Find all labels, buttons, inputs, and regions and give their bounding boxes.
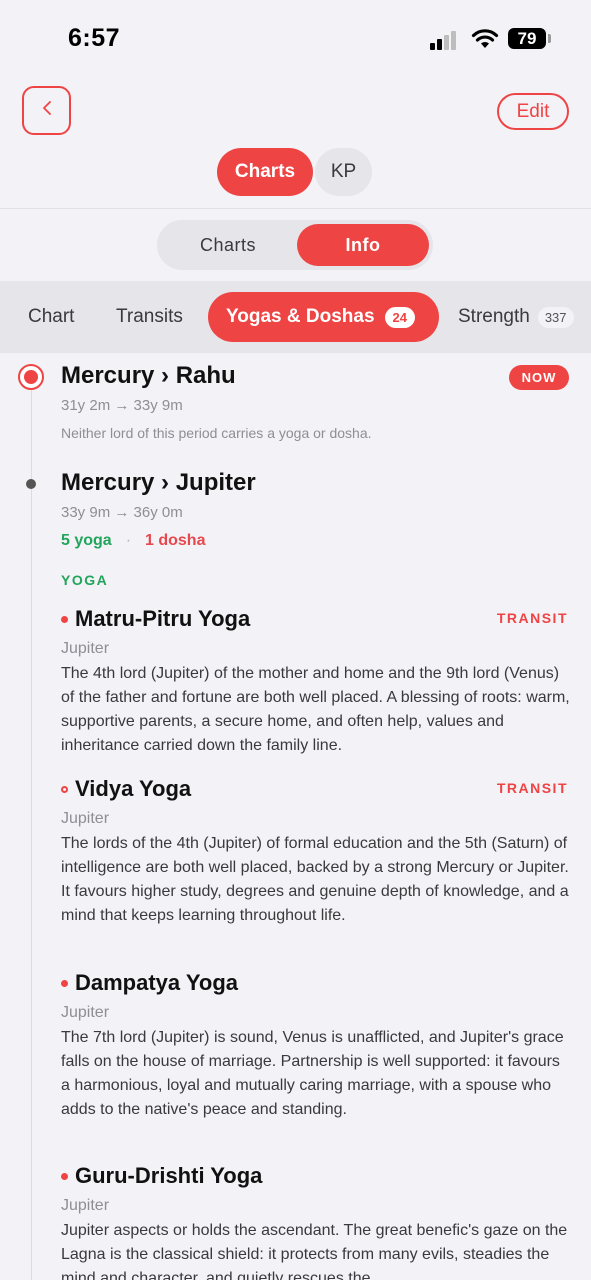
tab-yogas-label: Yogas & Doshas [226, 306, 375, 327]
yoga-bullet-icon [61, 1172, 68, 1180]
yoga-name: Vidya Yoga [75, 776, 192, 801]
period-title[interactable]: Mercury › Jupiter [61, 469, 256, 497]
yoga-bullet-icon [61, 979, 68, 987]
yoga-item[interactable]: Vidya Yoga TRANSIT Jupiter The lords of … [61, 774, 571, 928]
chart-system-toggle: Charts KP [217, 148, 372, 196]
view-segment: Charts Info [157, 220, 433, 270]
chevron-left-icon [41, 99, 53, 122]
status-bar: 6:57 79 [0, 0, 591, 80]
yoga-planet: Jupiter [61, 810, 110, 827]
period-counts: 5 yoga · 1 dosha [61, 532, 205, 550]
tab-strength-label: Strength [458, 306, 530, 327]
info-segment-option[interactable]: Info [297, 224, 429, 266]
timeline-line [31, 378, 32, 1280]
dosha-count: 1 dosha [145, 532, 206, 549]
yoga-planet: Jupiter [61, 640, 110, 657]
yoga-bullet-icon [61, 615, 68, 623]
yoga-planet: Jupiter [61, 1197, 110, 1214]
transit-tag: TRANSIT [496, 610, 568, 626]
period-title[interactable]: Mercury › Rahu [61, 362, 236, 390]
current-period-dot [18, 364, 44, 390]
status-time: 6:57 [68, 24, 121, 52]
tab-strength[interactable]: Strength 337 [458, 281, 574, 353]
yoga-name: Matru-Pitru Yoga [75, 606, 251, 631]
edit-button[interactable]: Edit [497, 93, 569, 130]
yoga-count: 5 yoga [61, 532, 112, 549]
period-range: 31y 2m → 33y 9m [61, 397, 183, 414]
battery-cap [548, 34, 551, 43]
yoga-description: The 7th lord (Jupiter) is sound, Venus i… [61, 1029, 564, 1118]
header-divider [0, 208, 591, 209]
info-tab-bar: Chart Transits Yogas & Doshas 24 Strengt… [0, 281, 591, 353]
back-button[interactable] [22, 86, 71, 135]
yoga-description: Jupiter aspects or holds the ascendant. … [61, 1222, 568, 1280]
yoga-description: The 4th lord (Jupiter) of the mother and… [61, 665, 570, 754]
yoga-name: Dampatya Yoga [75, 970, 239, 995]
yoga-section-label: YOGA [61, 572, 109, 588]
charts-pill[interactable]: Charts [217, 148, 313, 196]
period-note: Neither lord of this period carries a yo… [61, 425, 372, 441]
yogas-count-badge: 24 [384, 306, 415, 328]
battery-indicator: 79 [508, 28, 546, 49]
now-badge: NOW [509, 365, 569, 390]
period-range: 33y 9m → 36y 0m [61, 504, 183, 521]
yoga-planet: Jupiter [61, 1004, 110, 1021]
strength-count-badge: 337 [537, 306, 574, 328]
yoga-item[interactable]: Matru-Pitru Yoga TRANSIT Jupiter The 4th… [61, 604, 571, 758]
cellular-signal-icon [430, 30, 462, 50]
transit-tag: TRANSIT [496, 780, 568, 796]
kp-pill[interactable]: KP [315, 148, 372, 196]
period-dot [26, 479, 36, 489]
yoga-item[interactable]: Guru-Drishti Yoga Jupiter Jupiter aspect… [61, 1161, 571, 1280]
wifi-icon [471, 29, 499, 48]
yoga-item[interactable]: Dampatya Yoga Jupiter The 7th lord (Jupi… [61, 968, 571, 1122]
yoga-bullet-hollow-icon [61, 785, 68, 793]
tab-yogas-doshas[interactable]: Yogas & Doshas 24 [208, 292, 439, 342]
charts-segment-option[interactable]: Charts [161, 224, 295, 266]
yoga-description: The lords of the 4th (Jupiter) of formal… [61, 835, 569, 924]
tab-chart[interactable]: Chart [28, 281, 74, 353]
count-separator: · [125, 532, 132, 549]
yoga-name: Guru-Drishti Yoga [75, 1163, 263, 1188]
tab-transits[interactable]: Transits [116, 281, 183, 353]
